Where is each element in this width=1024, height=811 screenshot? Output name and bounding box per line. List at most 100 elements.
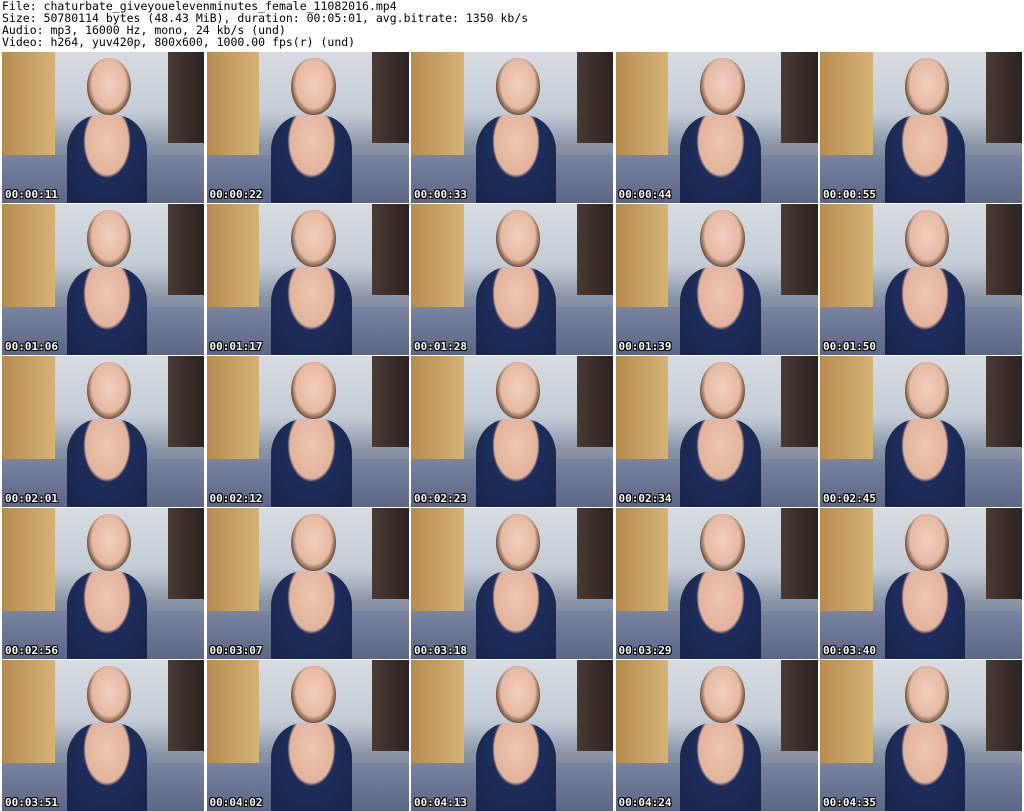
- thumbnail-head: [86, 58, 132, 116]
- video-thumbnail: 00:01:17: [206, 204, 409, 355]
- thumbnail-head: [904, 514, 950, 572]
- thumbnail-wall-right: [985, 508, 1022, 599]
- thumbnail-timestamp: 00:04:02: [209, 796, 263, 809]
- thumbnail-head: [86, 666, 132, 724]
- thumbnail-head: [700, 210, 745, 268]
- thumbnail-wall-right: [372, 52, 409, 143]
- thumbnail-timestamp: 00:01:50: [823, 340, 876, 353]
- video-thumbnail: 00:00:22: [206, 52, 409, 203]
- thumbnail-wall-right: [985, 356, 1022, 447]
- thumbnail-head: [904, 362, 950, 420]
- thumbnail-wall-left: [615, 356, 669, 462]
- thumbnail-wall-left: [2, 52, 55, 158]
- thumbnail-head: [495, 666, 541, 724]
- thumbnail-figure: [884, 419, 966, 507]
- thumbnail-figure: [475, 723, 557, 811]
- thumbnail-figure: [884, 723, 966, 811]
- thumbnail-timestamp: 00:02:12: [209, 492, 263, 505]
- thumbnail-wall-left: [2, 660, 55, 766]
- thumbnail-wall-right: [781, 52, 818, 143]
- thumbnail-figure: [271, 723, 352, 811]
- thumbnail-timestamp: 00:04:13: [414, 796, 467, 809]
- thumbnail-head: [700, 514, 745, 572]
- thumbnail-figure: [271, 115, 352, 203]
- thumbnail-head: [700, 666, 745, 724]
- thumbnail-wall-left: [2, 356, 55, 462]
- thumbnail-head: [291, 210, 336, 268]
- video-thumbnail: 00:00:55: [820, 52, 1022, 203]
- thumbnail-figure: [66, 571, 148, 659]
- thumbnail-wall-left: [206, 204, 260, 310]
- video-thumbnail: 00:00:44: [615, 52, 818, 203]
- thumbnail-wall-left: [615, 508, 669, 614]
- video-thumbnail: 00:01:50: [820, 204, 1022, 355]
- video-thumbnail: 00:00:11: [2, 52, 204, 203]
- thumbnail-head: [904, 210, 950, 268]
- thumbnail-wall-right: [576, 204, 613, 295]
- thumbnail-timestamp: 00:01:06: [5, 340, 58, 353]
- thumbnail-figure: [475, 267, 557, 355]
- thumbnail-wall-left: [411, 508, 464, 614]
- thumbnail-wall-right: [167, 508, 204, 599]
- thumbnail-wall-right: [372, 508, 409, 599]
- thumbnail-timestamp: 00:02:23: [414, 492, 467, 505]
- thumbnail-figure: [271, 571, 352, 659]
- thumbnail-timestamp: 00:03:07: [209, 644, 263, 657]
- thumbnail-figure: [884, 115, 966, 203]
- thumbnail-timestamp: 00:00:44: [618, 188, 672, 201]
- video-thumbnail: 00:02:23: [411, 356, 613, 507]
- video-thumbnail: 00:04:35: [820, 660, 1022, 811]
- thumbnail-timestamp: 00:01:39: [618, 340, 672, 353]
- thumbnail-wall-left: [206, 356, 260, 462]
- thumbnail-head: [291, 514, 336, 572]
- thumbnail-head: [495, 210, 541, 268]
- video-thumbnail: 00:02:34: [615, 356, 818, 507]
- thumbnail-head: [86, 514, 132, 572]
- thumbnail-figure: [475, 419, 557, 507]
- thumbnail-wall-right: [576, 52, 613, 143]
- thumbnail-timestamp: 00:02:45: [823, 492, 876, 505]
- thumbnail-head: [86, 210, 132, 268]
- video-thumbnail: 00:03:18: [411, 508, 613, 659]
- thumbnail-head: [904, 666, 950, 724]
- thumbnail-wall-right: [372, 356, 409, 447]
- video-thumbnail: 00:02:45: [820, 356, 1022, 507]
- thumbnail-wall-right: [167, 660, 204, 751]
- thumbnail-wall-left: [411, 660, 464, 766]
- thumbnail-wall-right: [167, 52, 204, 143]
- video-thumbnail: 00:04:13: [411, 660, 613, 811]
- thumbnail-timestamp: 00:04:24: [618, 796, 672, 809]
- thumbnail-wall-right: [167, 356, 204, 447]
- thumbnail-figure: [66, 419, 148, 507]
- thumbnail-figure: [66, 115, 148, 203]
- thumbnail-figure: [884, 571, 966, 659]
- thumbnail-head: [291, 362, 336, 420]
- thumbnail-timestamp: 00:03:18: [414, 644, 467, 657]
- thumbnail-wall-right: [781, 356, 818, 447]
- thumbnail-wall-left: [820, 204, 873, 310]
- thumbnail-wall-left: [206, 52, 260, 158]
- thumbnail-head: [495, 362, 541, 420]
- thumbnail-wall-left: [820, 356, 873, 462]
- thumbnail-wall-right: [781, 204, 818, 295]
- thumbnail-figure: [680, 419, 761, 507]
- thumbnail-head: [904, 58, 950, 116]
- video-thumbnail: 00:02:12: [206, 356, 409, 507]
- thumbnail-wall-right: [781, 660, 818, 751]
- thumbnail-figure: [680, 267, 761, 355]
- thumbnail-wall-right: [985, 52, 1022, 143]
- thumbnail-wall-right: [985, 660, 1022, 751]
- thumbnail-head: [700, 362, 745, 420]
- thumbnail-timestamp: 00:02:56: [5, 644, 58, 657]
- video-thumbnail: 00:01:28: [411, 204, 613, 355]
- video-thumbnail: 00:03:07: [206, 508, 409, 659]
- thumbnail-timestamp: 00:01:28: [414, 340, 467, 353]
- thumbnail-wall-right: [372, 660, 409, 751]
- thumbnail-wall-left: [411, 204, 464, 310]
- thumbnail-wall-left: [820, 508, 873, 614]
- thumbnail-wall-left: [411, 356, 464, 462]
- video-thumbnail: 00:03:29: [615, 508, 818, 659]
- thumbnail-head: [700, 58, 745, 116]
- thumbnail-figure: [271, 419, 352, 507]
- thumbnail-wall-right: [167, 204, 204, 295]
